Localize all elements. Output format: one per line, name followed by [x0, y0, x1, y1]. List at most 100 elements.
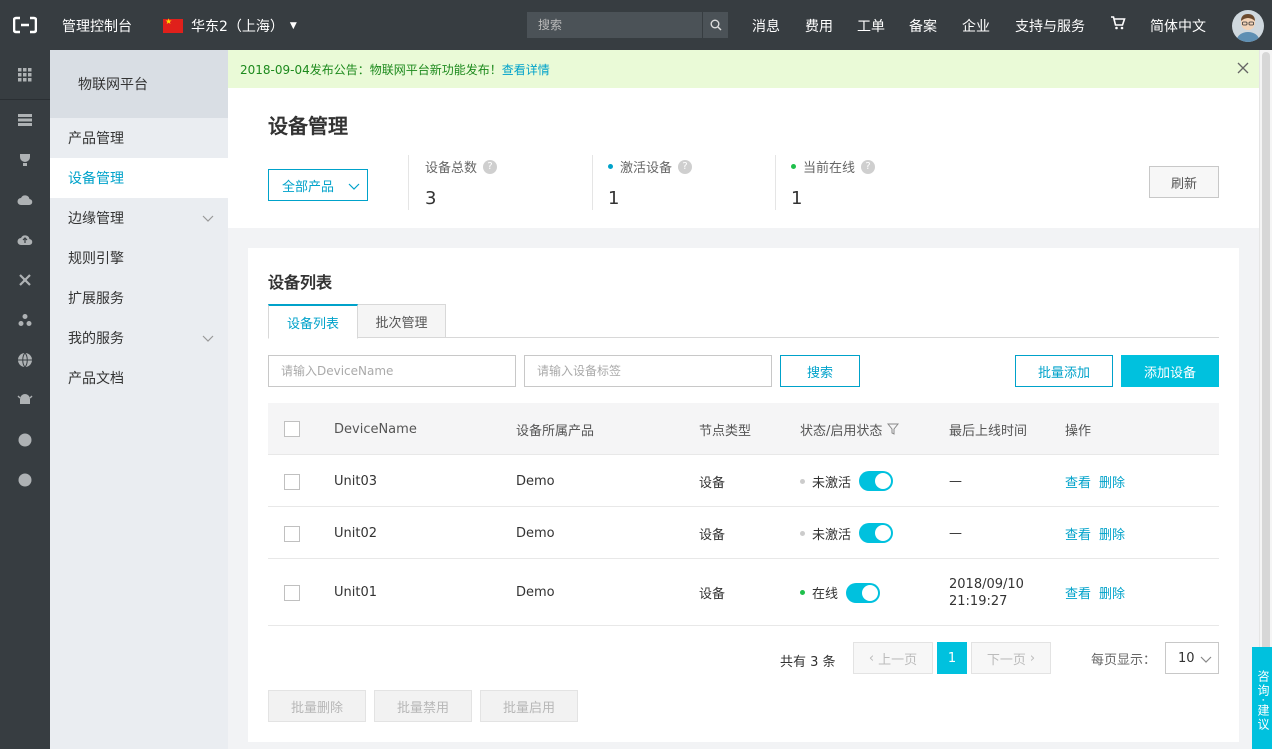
- caret-down-icon: ▼: [289, 21, 297, 31]
- delete-link[interactable]: 删除: [1099, 583, 1125, 602]
- device-list-tabs: 设备列表 批次管理: [268, 304, 1219, 339]
- column-header-node-type: 节点类型: [699, 423, 752, 439]
- prev-page-button[interactable]: ‹ 上一页: [853, 642, 933, 674]
- close-icon[interactable]: [1237, 62, 1249, 77]
- all-products-grid-icon[interactable]: [0, 55, 50, 95]
- database-icon[interactable]: [0, 100, 50, 140]
- help-icon[interactable]: ?: [861, 159, 876, 174]
- page-size-value: 10: [1178, 650, 1195, 666]
- bulk-add-button[interactable]: 批量添加: [1015, 355, 1113, 387]
- table-header: DeviceName 设备所属产品 节点类型 状态/启用状态 最后上线时间 操作: [268, 403, 1219, 455]
- page-title: 设备管理: [268, 114, 348, 138]
- nav-support[interactable]: 支持与服务: [1015, 16, 1085, 36]
- aliyun-logo-icon[interactable]: [0, 0, 50, 50]
- consult-feedback-float[interactable]: 咨询·建议: [1252, 647, 1272, 749]
- nav-messages[interactable]: 消息: [752, 16, 780, 36]
- sidebar-item-label: 产品管理: [68, 131, 124, 147]
- row-checkbox[interactable]: [284, 474, 300, 490]
- device-name-search-input[interactable]: [268, 355, 516, 387]
- search-icon[interactable]: [702, 12, 728, 38]
- sidebar-item-rules[interactable]: 规则引擎: [50, 238, 228, 278]
- language-switch[interactable]: 简体中文: [1150, 16, 1206, 36]
- global-search-input[interactable]: [527, 12, 702, 38]
- column-header-status-label: 状态/启用状态: [800, 423, 883, 439]
- product-icon-bar: [0, 50, 50, 749]
- region-selector[interactable]: 华东2（上海） ▼: [163, 16, 297, 36]
- global-search: [527, 12, 728, 38]
- cell-node-type: 设备: [699, 587, 726, 602]
- sidebar-item-extensions[interactable]: 扩展服务: [50, 278, 228, 318]
- next-page-button[interactable]: 下一页 ›: [971, 642, 1051, 674]
- inactive-dot-icon: [800, 478, 805, 484]
- stat-label-text: 激活设备: [620, 161, 673, 176]
- device-tag-search-input[interactable]: [524, 355, 772, 387]
- select-all-checkbox[interactable]: [284, 421, 300, 437]
- chevron-down-icon: [1200, 653, 1212, 668]
- product-filter-select[interactable]: 全部产品: [268, 169, 368, 201]
- scrollbar-thumb[interactable]: [1262, 52, 1270, 652]
- add-device-button[interactable]: 添加设备: [1121, 355, 1219, 387]
- sidebar-item-products[interactable]: 产品管理: [50, 118, 228, 158]
- stat-total-label: 设备总数 ?: [425, 157, 498, 176]
- sidebar-item-edge[interactable]: 边缘管理: [50, 198, 228, 238]
- sidebar-item-label: 我的服务: [68, 331, 124, 347]
- iot-icon[interactable]: [0, 380, 50, 420]
- bulk-enable-button[interactable]: 批量启用: [480, 690, 578, 722]
- page-scrollbar[interactable]: [1259, 50, 1272, 749]
- circle-icon[interactable]: [0, 420, 50, 460]
- enable-toggle[interactable]: [859, 523, 894, 543]
- cell-status: 未激活: [800, 455, 894, 507]
- bulk-delete-button[interactable]: 批量删除: [268, 690, 366, 722]
- tab-device-list[interactable]: 设备列表: [268, 304, 358, 339]
- view-link[interactable]: 查看: [1065, 472, 1091, 491]
- announcement-details-link[interactable]: 查看详情: [502, 61, 550, 78]
- cell-device-name: Unit03: [334, 473, 378, 489]
- china-flag-icon: [163, 17, 183, 33]
- row-checkbox[interactable]: [284, 526, 300, 542]
- filter-icon[interactable]: [887, 423, 900, 435]
- trophy-icon[interactable]: [0, 140, 50, 180]
- device-summary-card: 设备管理 全部产品 设备总数 ? 3 激活设备 ? 1 当前在线 ? 1 刷新: [228, 88, 1259, 228]
- view-link[interactable]: 查看: [1065, 583, 1091, 602]
- iot-side-menu: 物联网平台 产品管理 设备管理 边缘管理 规则引擎 扩展服务 我的服务 产品文档: [50, 50, 228, 749]
- online-dot-icon: [791, 164, 796, 169]
- nav-icp[interactable]: 备案: [909, 16, 937, 36]
- page-size-select[interactable]: 10: [1165, 642, 1219, 674]
- user-avatar[interactable]: [1232, 10, 1264, 42]
- cluster-icon[interactable]: [0, 300, 50, 340]
- nav-tickets[interactable]: 工单: [857, 16, 885, 36]
- view-link[interactable]: 查看: [1065, 524, 1091, 543]
- circle-icon[interactable]: [0, 460, 50, 500]
- chevron-down-icon: [202, 331, 214, 347]
- enable-toggle[interactable]: [859, 471, 894, 491]
- search-button[interactable]: 搜索: [780, 355, 860, 387]
- help-icon[interactable]: ?: [678, 159, 693, 174]
- cloud-icon[interactable]: [0, 180, 50, 220]
- refresh-button[interactable]: 刷新: [1149, 166, 1219, 198]
- tab-batch-management[interactable]: 批次管理: [358, 304, 446, 338]
- current-page-button[interactable]: 1: [937, 642, 967, 674]
- online-dot-icon: [800, 590, 805, 595]
- stat-activated-label: 激活设备 ?: [608, 157, 693, 176]
- row-checkbox[interactable]: [284, 585, 300, 601]
- sidebar-item-devices[interactable]: 设备管理: [50, 158, 228, 198]
- nav-enterprise[interactable]: 企业: [962, 16, 990, 36]
- enable-toggle[interactable]: [846, 582, 881, 603]
- nav-billing[interactable]: 费用: [805, 16, 833, 36]
- sidebar-item-my-services[interactable]: 我的服务: [50, 318, 228, 358]
- cart-icon[interactable]: [1110, 15, 1126, 35]
- network-cross-icon[interactable]: [0, 260, 50, 300]
- help-icon[interactable]: ?: [483, 159, 498, 174]
- sidebar-item-docs[interactable]: 产品文档: [50, 358, 228, 398]
- console-title[interactable]: 管理控制台: [62, 16, 132, 36]
- globe-icon[interactable]: [0, 340, 50, 380]
- cell-node-type: 设备: [699, 527, 726, 543]
- table-row: Unit01 Demo 设备 在线 2018/09/10 21:19:27 查看…: [268, 559, 1219, 626]
- delete-link[interactable]: 删除: [1099, 472, 1125, 491]
- next-page-label: 下一页: [986, 652, 1026, 668]
- bulk-disable-button[interactable]: 批量禁用: [374, 690, 472, 722]
- cloud-upload-icon[interactable]: [0, 220, 50, 260]
- stat-divider: [592, 155, 593, 210]
- delete-link[interactable]: 删除: [1099, 524, 1125, 543]
- cell-product: Demo: [516, 473, 555, 489]
